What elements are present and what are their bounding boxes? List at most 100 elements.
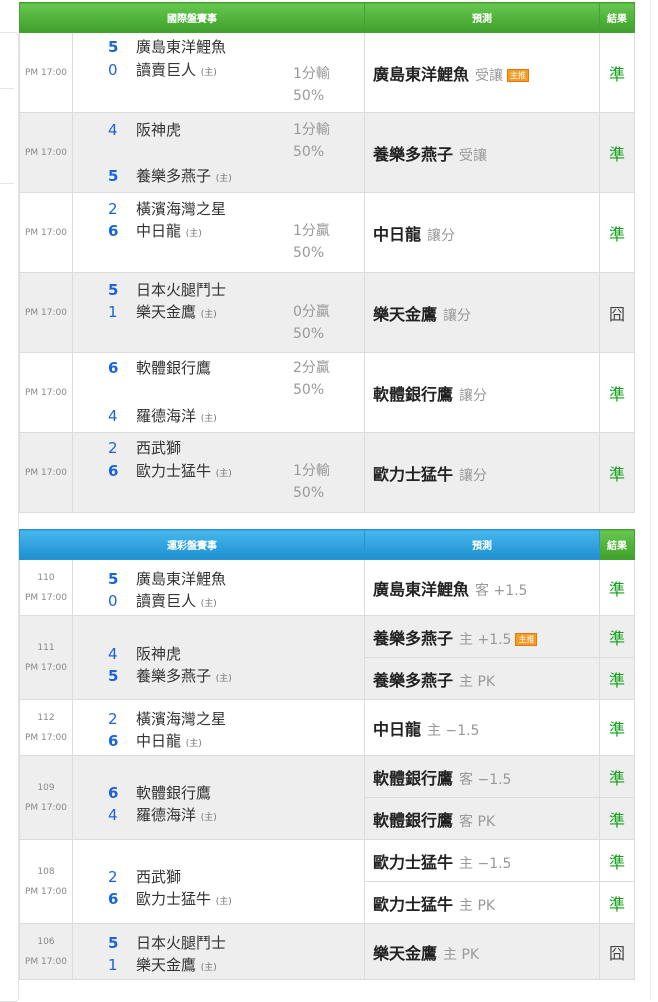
- home-score: 6: [108, 890, 119, 908]
- prediction-cell: 廣島東洋鯉魚 受讓 主推: [364, 32, 600, 113]
- game-teams: 5 日本火腿鬥士 1 樂天金鷹 (主) 0分贏 50%: [72, 272, 365, 353]
- away-score: 2: [108, 439, 118, 457]
- home-team-name-text: 養樂多燕子: [136, 167, 212, 185]
- prediction-cell: 養樂多燕子 受讓: [364, 112, 600, 193]
- home-team-name: 羅德海洋 (主): [136, 405, 217, 430]
- away-score: 6: [108, 359, 119, 377]
- game-teams: 5 廣島東洋鯉魚 0 讀賣巨人 (主) 1分輸 50%: [72, 32, 365, 113]
- home-score: 4: [108, 407, 118, 425]
- game-number: 108: [37, 866, 55, 877]
- odds-percent: 50%: [293, 245, 325, 261]
- home-team-line: 4 羅德海洋 (主): [73, 804, 293, 826]
- game-teams: 5 日本火腿鬥士 1 樂天金鷹 (主): [72, 923, 365, 980]
- home-team-line: 6 歐力士猛牛 (主): [73, 888, 293, 910]
- home-marker: (主): [200, 414, 217, 424]
- pick-team: 軟體銀行鷹: [373, 384, 454, 404]
- away-team-line: 4 阪神虎: [73, 643, 293, 665]
- pick-team: 軟體銀行鷹: [373, 768, 454, 788]
- international-game-row: PM 17:00 4 阪神虎 5 養樂多燕子 (主) 1分輸 50% 養樂多燕子 受讓準: [19, 112, 635, 193]
- home-team-name-text: 中日龍: [136, 732, 182, 750]
- home-marker: (主): [215, 897, 232, 907]
- pick-note: 讓分: [443, 307, 472, 324]
- game-time: PM 17:00: [19, 272, 73, 353]
- away-team-line: 5 廣島東洋鯉魚: [73, 36, 293, 58]
- game-time: PM 17:00: [19, 352, 73, 433]
- away-score: 2: [108, 868, 118, 886]
- odds-info: 1分輸 50%: [293, 460, 330, 504]
- prediction-cell: 軟體銀行鷹客 PK: [364, 797, 600, 840]
- pick-team: 軟體銀行鷹: [373, 810, 454, 830]
- away-team-name-text: 阪神虎: [136, 121, 182, 139]
- home-team-name-text: 歐力士猛牛: [136, 890, 212, 908]
- home-team-line: 4 羅德海洋 (主): [73, 405, 293, 427]
- international-result-header: 結果: [599, 2, 635, 33]
- odds-percent: 50%: [293, 485, 325, 501]
- home-score: 5: [108, 667, 119, 685]
- sportslottery-game-row: 110 PM 17:00 5 廣島東洋鯉魚 0 讀賣巨人 (主) 廣島東洋鯉魚客 +1.5 準: [19, 559, 635, 616]
- away-team-name-text: 橫濱海灣之星: [136, 200, 227, 218]
- result-mark: 準: [599, 32, 635, 113]
- pick-note: 讓分: [459, 467, 488, 484]
- home-score: 1: [108, 956, 118, 974]
- prediction-cell: 軟體銀行鷹 讓分: [364, 352, 600, 433]
- game-teams: 5 廣島東洋鯉魚 0 讀賣巨人 (主): [72, 559, 365, 616]
- game-teams: 2 西武獅 6 歐力士猛牛 (主) 1分輸 50%: [72, 432, 365, 513]
- game-time: PM 17:00: [25, 732, 67, 743]
- home-marker: (主): [215, 174, 232, 184]
- pick-line: 主 PK: [443, 946, 480, 963]
- away-team-name: 阪神虎: [136, 643, 181, 665]
- pick-team: 樂天金鷹: [373, 943, 438, 963]
- odds-percent: 50%: [293, 382, 325, 398]
- pick-line: 主 PK: [459, 673, 496, 690]
- result-mark: 準: [599, 615, 635, 658]
- sportslottery-game-row: 106 PM 17:00 5 日本火腿鬥士 1 樂天金鷹 (主) 樂天金鷹主 PK 囧: [19, 923, 635, 980]
- pick-team: 歐力士猛牛: [373, 894, 454, 914]
- odds-info: 0分贏 50%: [293, 301, 330, 345]
- prediction-cell: 樂天金鷹主 PK: [364, 923, 600, 980]
- home-marker: (主): [185, 739, 202, 749]
- home-marker: (主): [200, 599, 217, 609]
- page: 國際盤賽事 預測 結果 PM 17:00 5 廣島東洋鯉魚 0 讀賣巨人 (主) 1分輸 5…: [0, 0, 658, 1002]
- sportslottery-result-header: 結果: [599, 529, 635, 560]
- home-team-name: 中日龍 (主): [136, 730, 202, 755]
- away-team-line: 6 軟體銀行鷹: [73, 782, 293, 804]
- away-team-name: 廣島東洋鯉魚: [136, 568, 226, 590]
- game-time-cell: 106 PM 17:00: [19, 923, 73, 980]
- prediction-cell: 養樂多燕子主 PK: [364, 657, 600, 700]
- away-team-name-text: 軟體銀行鷹: [136, 784, 212, 802]
- prediction-cell: 歐力士猛牛 讓分: [364, 432, 600, 513]
- game-time-cell: 111 PM 17:00: [19, 615, 73, 700]
- pick-team: 歐力士猛牛: [373, 464, 454, 484]
- sidebar-divider: [0, 183, 14, 184]
- home-score: 4: [108, 806, 118, 824]
- international-game-row: PM 17:00 2 橫濱海灣之星 6 中日龍 (主) 1分贏 50% 中日龍 讓分準: [19, 192, 635, 273]
- game-number: 110: [37, 572, 55, 583]
- home-team-name: 養樂多燕子 (主): [136, 665, 232, 690]
- game-time: PM 17:00: [19, 32, 73, 113]
- result-mark: 準: [599, 839, 635, 882]
- international-game-row: PM 17:00 6 軟體銀行鷹 4 羅德海洋 (主) 2分贏 50% 軟體銀行鷹 讓分準: [19, 352, 635, 433]
- odds-info: 1分贏 50%: [293, 220, 330, 264]
- scroll-edge: [650, 0, 651, 1000]
- home-score: 6: [108, 462, 119, 480]
- home-team-name: 樂天金鷹 (主): [136, 954, 217, 979]
- game-time-cell: 110 PM 17:00: [19, 559, 73, 616]
- home-team-name-text: 養樂多燕子: [136, 667, 212, 685]
- pick-note: 讓分: [459, 387, 488, 404]
- home-score: 0: [108, 61, 118, 79]
- result-mark: 準: [599, 699, 635, 756]
- game-teams: 6 軟體銀行鷹 4 羅德海洋 (主) 2分贏 50%: [72, 352, 365, 433]
- away-team-name-text: 軟體銀行鷹: [136, 359, 212, 377]
- odds-line: 0分贏: [293, 304, 330, 320]
- result-mark: 準: [599, 112, 635, 193]
- pick-line: 客 PK: [459, 813, 496, 830]
- sportslottery-table: 運彩盤賽事 預測 結果 110 PM 17:00 5 廣島東洋鯉魚 0 讀賣巨人 (主) 廣…: [19, 529, 635, 980]
- away-score: 4: [108, 121, 118, 139]
- game-time: PM 17:00: [19, 192, 73, 273]
- odds-line: 1分輸: [293, 463, 330, 479]
- home-team-name: 樂天金鷹 (主): [136, 301, 217, 326]
- recommend-badge: 主推: [515, 632, 538, 646]
- result-mark: 準: [599, 432, 635, 513]
- away-team-name-text: 日本火腿鬥士: [136, 934, 227, 952]
- odds-info: 1分輸 50%: [293, 63, 330, 107]
